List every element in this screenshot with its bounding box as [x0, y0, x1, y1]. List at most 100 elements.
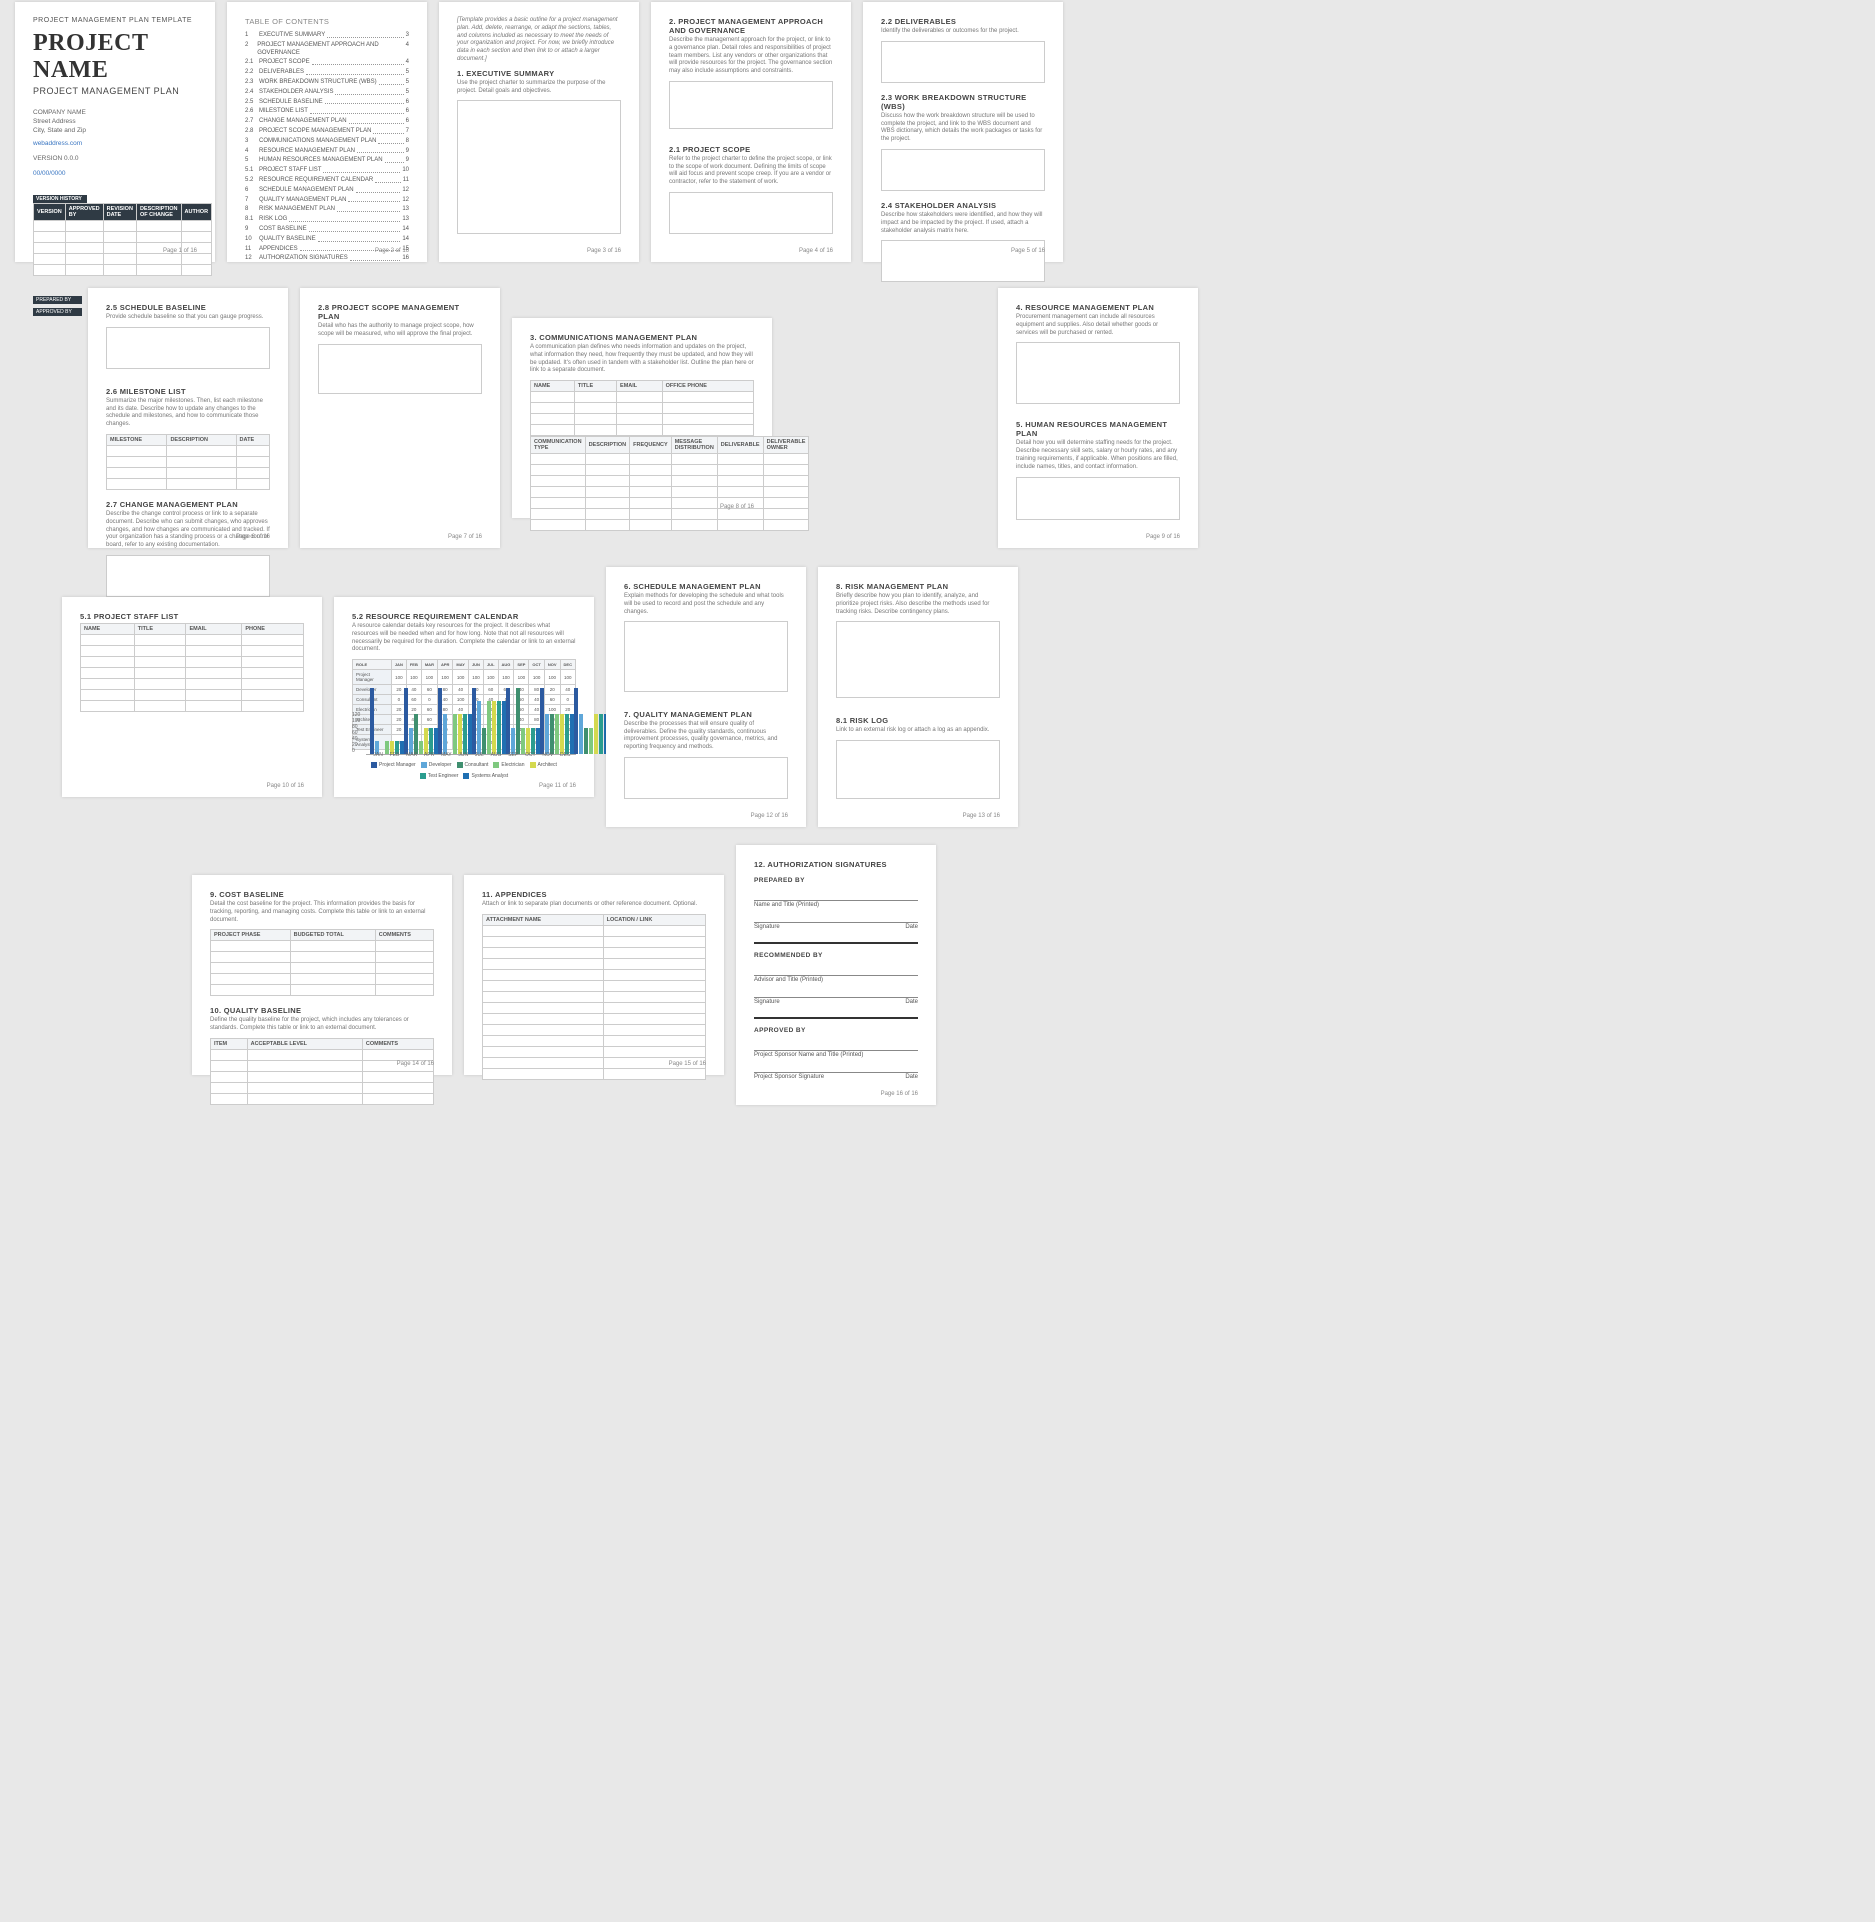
page-14: 9. COST BASELINE Detail the cost baselin…	[192, 875, 452, 1075]
h-risk-log: 8.1 RISK LOG	[836, 716, 1000, 725]
h-resource-cal: 5.2 RESOURCE REQUIREMENT CALENDAR	[352, 612, 576, 621]
toc-list: 1EXECUTIVE SUMMARY32PROJECT MANAGEMENT A…	[245, 32, 409, 265]
appendix-table: ATTACHMENT NAMELOCATION / LINK	[482, 914, 706, 1080]
rec-sig-line: SignatureDate	[754, 997, 918, 1005]
comm-plan-table: COMMUNICATION TYPEDESCRIPTIONFREQUENCYME…	[530, 436, 809, 531]
page-footer: Page 3 of 16	[587, 248, 621, 254]
milestone-table: MILESTONEDESCRIPTIONDATE	[106, 434, 270, 490]
intro-text: [Template provides a basic outline for a…	[457, 17, 621, 64]
page-footer: Page 9 of 16	[1146, 534, 1180, 540]
date: 00/00/0000	[33, 169, 197, 178]
comm-contacts-table: NAMETITLEEMAILOFFICE PHONE	[530, 380, 754, 436]
d-quality-base: Define the quality baseline for the proj…	[210, 1017, 434, 1033]
project-title: PROJECT NAME	[33, 30, 197, 84]
app-name-line: Project Sponsor Name and Title (Printed)	[754, 1050, 918, 1058]
page-4: 2. PROJECT MANAGEMENT APPROACH AND GOVER…	[651, 2, 851, 262]
h-comm: 3. COMMUNICATIONS MANAGEMENT PLAN	[530, 333, 754, 342]
d-appendix: Attach or link to separate plan document…	[482, 901, 706, 909]
prep-name-line: Name and Title (Printed)	[754, 900, 918, 908]
web-url: webaddress.com	[33, 139, 197, 148]
h-schedule-baseline: 2.5 SCHEDULE BASELINE	[106, 303, 270, 312]
app-label: APPROVED BY	[754, 1027, 918, 1034]
h-quality-base: 10. QUALITY BASELINE	[210, 1006, 434, 1015]
page-15: 11. APPENDICES Attach or link to separat…	[464, 875, 724, 1075]
h-risk: 8. RISK MANAGEMENT PLAN	[836, 582, 1000, 591]
staff-table: NAMETITLEEMAILPHONE	[80, 623, 304, 712]
resource-chart: 020406080100120 JANFEBMARAPRMAYJUNJULAUG…	[352, 754, 576, 758]
d-scope: Refer to the project charter to define t…	[669, 156, 833, 187]
cost-table: PROJECT PHASEBUDGETED TOTALCOMMENTS	[210, 929, 434, 996]
page-1: PROJECT MANAGEMENT PLAN TEMPLATE PROJECT…	[15, 2, 215, 262]
stakeholder-box	[881, 240, 1045, 282]
h-approach: 2. PROJECT MANAGEMENT APPROACH AND GOVER…	[669, 17, 833, 35]
page-footer: Page 1 of 16	[163, 248, 197, 254]
version-history-table: VERSIONAPPROVED BYREVISION DATEDESCRIPTI…	[33, 203, 212, 276]
d-exec-summary: Use the project charter to summarize the…	[457, 80, 621, 96]
h-scope-mgmt: 2.8 PROJECT SCOPE MANAGEMENT PLAN	[318, 303, 482, 321]
page-8: 3. COMMUNICATIONS MANAGEMENT PLAN A comm…	[512, 318, 772, 518]
d-cost: Detail the cost baseline for the project…	[210, 901, 434, 924]
page-footer: Page 12 of 16	[751, 813, 788, 819]
h-deliverables: 2.2 DELIVERABLES	[881, 17, 1045, 26]
quality-mgmt-box	[624, 757, 788, 799]
version-history-label: VERSION HISTORY	[33, 195, 87, 203]
exec-summary-box	[457, 100, 621, 234]
schedule-baseline-box	[106, 327, 270, 369]
d-hr: Detail how you will determine staffing n…	[1016, 440, 1180, 471]
sched-mgmt-box	[624, 621, 788, 691]
rec-name-line: Advisor and Title (Printed)	[754, 975, 918, 983]
h-appendix: 11. APPENDICES	[482, 890, 706, 899]
chart-legend: Project ManagerDeveloperConsultantElectr…	[352, 762, 576, 779]
scope-box	[669, 192, 833, 234]
h-exec-summary: 1. EXECUTIVE SUMMARY	[457, 69, 621, 78]
h-resource: 4. RESOURCE MANAGEMENT PLAN	[1016, 303, 1180, 312]
template-label: PROJECT MANAGEMENT PLAN TEMPLATE	[33, 17, 197, 24]
page-7: 2.8 PROJECT SCOPE MANAGEMENT PLAN Detail…	[300, 288, 500, 548]
page-footer: Page 14 of 16	[397, 1061, 434, 1067]
toc-title: TABLE OF CONTENTS	[245, 17, 409, 26]
version: VERSION 0.0.0	[33, 154, 197, 163]
page-11: 5.2 RESOURCE REQUIREMENT CALENDAR A reso…	[334, 597, 594, 797]
page-footer: Page 10 of 16	[267, 783, 304, 789]
h-scope: 2.1 PROJECT SCOPE	[669, 145, 833, 154]
d-deliverables: Identify the deliverables or outcomes fo…	[881, 28, 1045, 36]
page-footer: Page 15 of 16	[669, 1061, 706, 1067]
page-12: 6. SCHEDULE MANAGEMENT PLAN Explain meth…	[606, 567, 806, 827]
h-milestone: 2.6 MILESTONE LIST	[106, 387, 270, 396]
page-footer: Page 7 of 16	[448, 534, 482, 540]
page-footer: Page 11 of 16	[539, 783, 576, 789]
deliverables-box	[881, 41, 1045, 83]
h-cost: 9. COST BASELINE	[210, 890, 434, 899]
street: Street Address	[33, 117, 197, 126]
page-footer: Page 2 of 16	[375, 248, 409, 254]
scope-mgmt-box	[318, 344, 482, 394]
d-resource-cal: A resource calendar details key resource…	[352, 623, 576, 654]
page-5: 2.2 DELIVERABLES Identify the deliverabl…	[863, 2, 1063, 262]
resource-box	[1016, 342, 1180, 404]
approach-box	[669, 81, 833, 129]
change-box	[106, 555, 270, 597]
d-approach: Describe the management approach for the…	[669, 37, 833, 76]
rec-label: RECOMMENDED BY	[754, 952, 918, 959]
risk-box	[836, 621, 1000, 698]
page-3: [Template provides a basic outline for a…	[439, 2, 639, 262]
prep-sig-line: SignatureDate	[754, 922, 918, 930]
d-milestone: Summarize the major milestones. Then, li…	[106, 398, 270, 429]
d-schedule-baseline: Provide schedule baseline so that you ca…	[106, 314, 270, 322]
page-footer: Page 8 of 16	[720, 504, 754, 510]
page-16: 12. AUTHORIZATION SIGNATURES PREPARED BY…	[736, 845, 936, 1105]
d-risk-log: Link to an external risk log or attach a…	[836, 727, 1000, 735]
d-comm: A communication plan defines who needs i…	[530, 344, 754, 375]
app-sig-line: Project Sponsor SignatureDate	[754, 1072, 918, 1080]
company: COMPANY NAME	[33, 108, 197, 117]
hr-box	[1016, 477, 1180, 520]
d-change: Describe the change control process or l…	[106, 511, 270, 550]
h-sched-mgmt: 6. SCHEDULE MANAGEMENT PLAN	[624, 582, 788, 591]
h-wbs: 2.3 WORK BREAKDOWN STRUCTURE (WBS)	[881, 93, 1045, 111]
page-footer: Page 16 of 16	[881, 1091, 918, 1097]
h-quality-mgmt: 7. QUALITY MANAGEMENT PLAN	[624, 710, 788, 719]
d-scope-mgmt: Detail who has the authority to manage p…	[318, 323, 482, 339]
h-stakeholder: 2.4 STAKEHOLDER ANALYSIS	[881, 201, 1045, 210]
approved-by-label: APPROVED BY	[33, 308, 82, 316]
risk-log-box	[836, 740, 1000, 799]
